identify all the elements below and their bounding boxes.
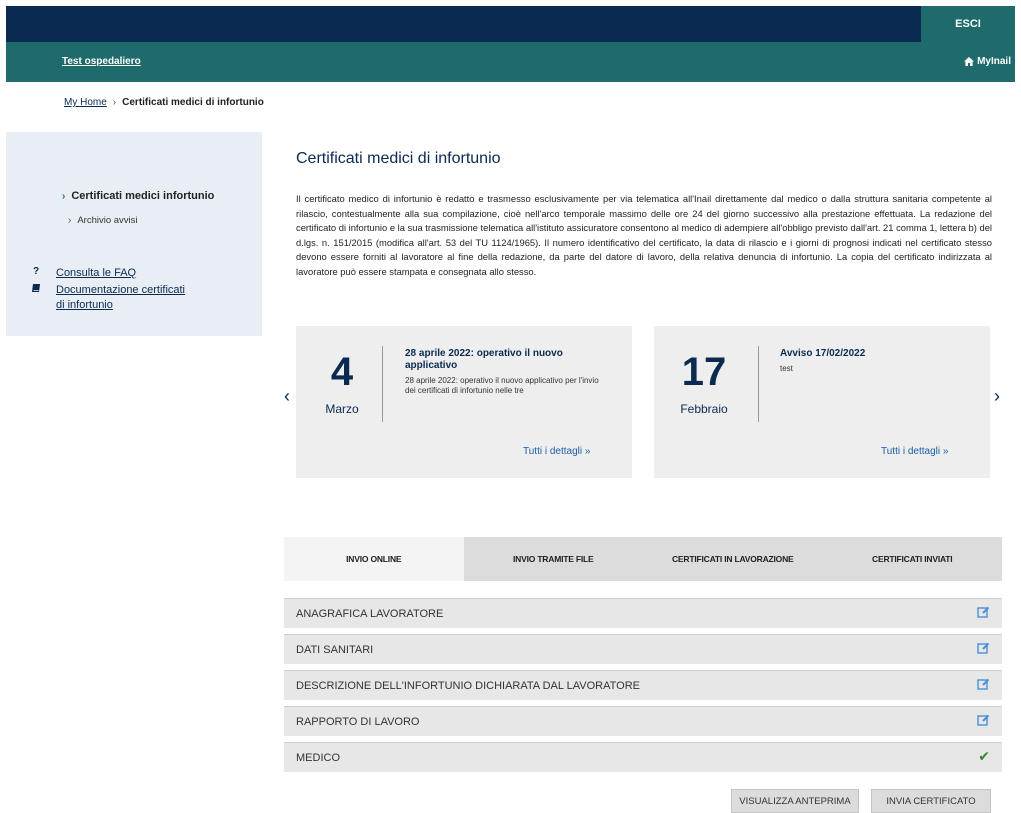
chevron-right-icon: › (994, 386, 1000, 406)
news-details-link[interactable]: Tutti i dettagli » (881, 446, 948, 457)
sidebar-link-label: Consulta le FAQ (56, 267, 137, 279)
news-details-link[interactable]: Tutti i dettagli » (523, 446, 590, 457)
section-descrizione-infortunio[interactable]: DESCRIZIONE DELL'INFORTUNIO DICHIARATA D… (284, 670, 1002, 700)
news-divider (382, 346, 383, 422)
news-card-1: 4 Marzo 28 aprile 2022: operativo il nuo… (296, 326, 632, 478)
news-title: Avviso 17/02/2022 (780, 348, 866, 359)
section-medico[interactable]: MEDICO ✔ (284, 742, 1002, 772)
preview-button[interactable]: VISUALIZZA ANTEPRIMA (731, 789, 859, 813)
section-label: MEDICO (296, 751, 340, 764)
sidebar-link-documentazione[interactable]: Documentazione certificati di infortunio (30, 283, 196, 313)
send-certificate-button[interactable]: INVIA CERTIFICATO (871, 789, 991, 813)
edit-icon[interactable] (977, 606, 990, 619)
tab-invio-tramite-file[interactable]: INVIO TRAMITE FILE (463, 537, 643, 581)
sidebar-item-archivio-avvisi[interactable]: › Archivio avvisi (68, 215, 138, 226)
sidebar: › Certificati medici infortunio › Archiv… (6, 132, 262, 336)
sidebar-item-label: Certificati medici infortunio (71, 190, 215, 202)
news-title: 28 aprile 2022: operativo il nuovo appli… (405, 348, 563, 371)
tab-certificati-in-lavorazione[interactable]: CERTIFICATI IN LAVORAZIONE (643, 537, 823, 581)
chevron-right-icon: › (62, 190, 66, 202)
news-card-2: 17 Febbraio Avviso 17/02/2022 test Tutti… (654, 326, 990, 478)
sidebar-item-certificati[interactable]: › Certificati medici infortunio (62, 190, 214, 202)
breadcrumb-separator-icon: › (112, 97, 117, 108)
section-label: ANAGRAFICA LAVORATORE (296, 607, 444, 620)
myinail-label: MyInail (977, 56, 1011, 67)
breadcrumb: My Home › Certificati medici di infortun… (64, 97, 264, 108)
news-body: test (780, 364, 793, 373)
news-divider (758, 346, 759, 422)
submission-tabs: INVIO ONLINE INVIO TRAMITE FILE CERTIFIC… (284, 537, 1002, 581)
edit-icon[interactable] (977, 642, 990, 655)
myinail-link[interactable]: MyInail (964, 56, 1011, 67)
sidebar-item-label: Archivio avvisi (77, 215, 138, 226)
tab-certificati-inviati[interactable]: CERTIFICATI INVIATI (822, 537, 1002, 581)
carousel-next-button[interactable]: › (994, 386, 1000, 407)
news-day: 4 (330, 350, 354, 394)
news-month: Febbraio (680, 402, 728, 416)
breadcrumb-current: Certificati medici di infortunio (122, 97, 264, 108)
edit-icon[interactable] (977, 714, 990, 727)
intro-text: Il certificato medico di infortunio è re… (296, 193, 992, 277)
logout-button[interactable]: ESCI (921, 6, 1015, 42)
chevron-right-icon: › (68, 215, 72, 226)
home-icon (964, 57, 975, 66)
page-title: Certificati medici di infortunio (296, 150, 501, 167)
news-month: Marzo (325, 402, 359, 416)
section-label: DESCRIZIONE DELL'INFORTUNIO DICHIARATA D… (296, 679, 640, 692)
user-bar: Test ospedaliero MyInail (6, 42, 1015, 82)
checkmark-icon: ✔ (978, 748, 990, 764)
breadcrumb-home-link[interactable]: My Home (64, 97, 107, 108)
carousel-prev-button[interactable]: ‹ (284, 386, 290, 407)
question-icon: ? (32, 266, 40, 277)
news-body: 28 aprile 2022: operativo il nuovo appli… (405, 376, 599, 395)
sidebar-link-label: Documentazione certificati di infortunio (56, 284, 186, 311)
news-day: 17 (681, 350, 727, 394)
section-label: DATI SANITARI (296, 643, 374, 656)
edit-icon[interactable] (977, 678, 990, 691)
section-label: RAPPORTO DI LAVORO (296, 715, 420, 728)
section-anagrafica-lavoratore[interactable]: ANAGRAFICA LAVORATORE (284, 598, 1002, 628)
book-icon (30, 283, 42, 313)
sidebar-link-faq[interactable]: ? Consulta le FAQ (30, 266, 136, 281)
chevron-left-icon: ‹ (284, 386, 290, 406)
section-dati-sanitari[interactable]: DATI SANITARI (284, 634, 1002, 664)
tab-invio-online[interactable]: INVIO ONLINE (284, 537, 464, 581)
section-rapporto-di-lavoro[interactable]: RAPPORTO DI LAVORO (284, 706, 1002, 736)
top-bar: ESCI (6, 6, 1015, 42)
user-profile-link[interactable]: Test ospedaliero (62, 56, 141, 67)
